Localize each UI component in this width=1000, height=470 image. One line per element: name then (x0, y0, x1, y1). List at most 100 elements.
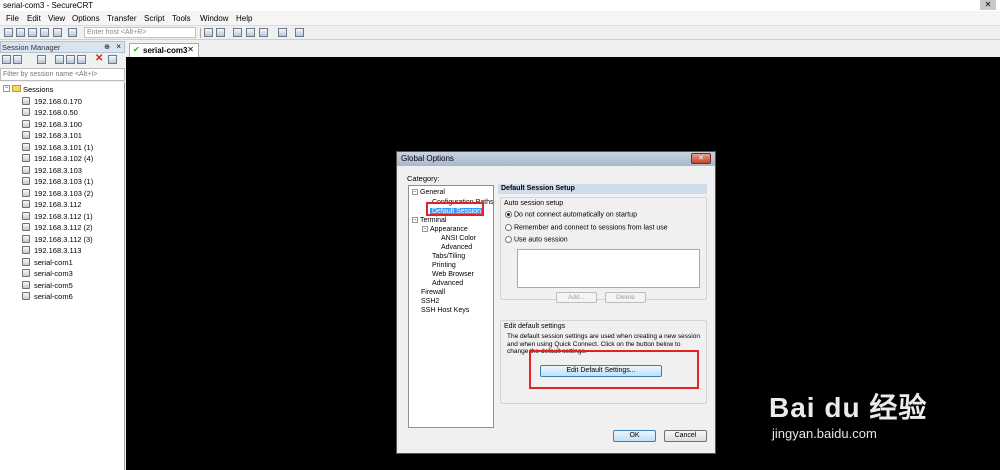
quick-connect-icon[interactable] (16, 28, 25, 37)
session-item[interactable]: serial-com5 (0, 280, 125, 291)
menu-options[interactable]: Options (72, 14, 100, 23)
session-item[interactable]: 192.168.0.170 (0, 96, 125, 107)
session-options-icon[interactable] (246, 28, 255, 37)
new-folder-icon[interactable] (37, 55, 46, 64)
session-item[interactable]: 192.168.3.103 (0, 165, 125, 176)
connect-tab-icon[interactable] (28, 28, 37, 37)
menu-file[interactable]: File (6, 14, 19, 23)
session-item[interactable]: 192.168.3.112 (3) (0, 234, 125, 245)
auto-session-list[interactable] (517, 249, 700, 288)
category-firewall[interactable]: Firewall (421, 289, 445, 296)
session-label: 192.168.3.100 (34, 119, 82, 129)
connect-in-tab-icon[interactable] (68, 28, 77, 37)
pin-icon[interactable]: ⊕ (104, 43, 110, 51)
ok-button[interactable]: OK (613, 430, 656, 442)
session-item[interactable]: 192.168.3.112 (1) (0, 211, 125, 222)
copy-session-icon[interactable] (66, 55, 75, 64)
radio-icon[interactable] (505, 224, 512, 231)
session-item[interactable]: serial-com1 (0, 257, 125, 268)
session-icon (22, 119, 30, 128)
session-tabs: ✔ serial-com3 ✕ (126, 41, 1000, 57)
menu-view[interactable]: View (48, 14, 65, 23)
category-printing[interactable]: Printing (432, 262, 456, 269)
tab-close-icon[interactable]: ✕ (187, 45, 194, 54)
session-item[interactable]: serial-com6 (0, 291, 125, 302)
connect-tab-session-icon[interactable] (13, 55, 22, 64)
session-item[interactable]: 192.168.3.113 (0, 245, 125, 256)
menu-tools[interactable]: Tools (172, 14, 191, 23)
cut-icon[interactable] (55, 55, 64, 64)
disconnect-icon[interactable] (53, 28, 62, 37)
category-label-text: Web Browser (432, 271, 474, 278)
menu-window[interactable]: Window (200, 14, 228, 23)
close-icon[interactable]: × (116, 42, 121, 51)
session-item[interactable]: 192.168.3.103 (2) (0, 188, 125, 199)
delete-button[interactable]: Delete (605, 292, 646, 303)
tab-label: serial-com3 (143, 46, 188, 55)
category-terminal[interactable]: − Terminal (412, 217, 446, 224)
radio-label: Do not connect automatically on startup (514, 211, 637, 219)
session-item[interactable]: 192.168.0.50 (0, 107, 125, 118)
radio-use-auto-session[interactable]: Use auto session (505, 236, 568, 243)
session-label: serial-com6 (34, 292, 73, 301)
sessions-root[interactable]: − Sessions (0, 84, 125, 95)
category-web-browser[interactable]: Web Browser (432, 271, 474, 278)
paste-icon[interactable] (216, 28, 225, 37)
radio-selected-icon[interactable] (505, 211, 512, 218)
tab-serial-com3[interactable]: ✔ serial-com3 ✕ (129, 43, 199, 57)
menu-edit[interactable]: Edit (27, 14, 41, 23)
connect-icon[interactable] (4, 28, 13, 37)
group-title: Auto session setup (504, 200, 564, 207)
main-toolbar: Enter host <Alt+R> (0, 26, 1000, 40)
delete-icon[interactable]: ✕ (95, 53, 103, 64)
session-item[interactable]: 192.168.3.100 (0, 119, 125, 130)
session-item[interactable]: 192.168.3.103 (1) (0, 176, 125, 187)
session-item[interactable]: 192.168.3.102 (4) (0, 153, 125, 164)
radio-remember-sessions[interactable]: Remember and connect to sessions from la… (505, 224, 668, 231)
menu-help[interactable]: Help (236, 14, 252, 23)
collapse-icon[interactable]: − (412, 217, 418, 224)
category-label-text: Terminal (420, 217, 447, 224)
reconnect-icon[interactable] (40, 28, 49, 37)
connect-session-icon[interactable] (2, 55, 11, 64)
session-icon (22, 200, 30, 208)
category-tabs-tiling[interactable]: Tabs/Tiling (432, 253, 465, 260)
session-item[interactable]: serial-com3 (0, 268, 125, 279)
category-label-text: Appearance (430, 226, 468, 233)
properties-icon[interactable] (108, 55, 117, 64)
radio-icon[interactable] (505, 236, 512, 243)
paste-session-icon[interactable] (77, 55, 86, 64)
dialog-close-button[interactable]: ✕ (691, 153, 711, 164)
category-appearance[interactable]: − Appearance (422, 226, 468, 233)
window-close-button[interactable]: ✕ (980, 0, 996, 10)
session-item[interactable]: 192.168.3.112 (2) (0, 222, 125, 233)
collapse-icon[interactable]: − (3, 85, 10, 92)
menu-script[interactable]: Script (144, 14, 164, 23)
key-icon[interactable] (259, 28, 268, 37)
category-ssh-host-keys[interactable]: SSH Host Keys (421, 307, 469, 314)
category-terminal-advanced[interactable]: Advanced (432, 280, 463, 287)
session-item[interactable]: 192.168.3.101 (1) (0, 142, 125, 153)
category-appearance-advanced[interactable]: Advanced (441, 244, 472, 251)
help-icon[interactable] (278, 28, 287, 37)
category-general[interactable]: − General (412, 189, 445, 196)
category-ansi-color[interactable]: ANSI Color (441, 235, 476, 242)
session-icon (22, 234, 30, 243)
screen-icon[interactable] (295, 28, 304, 37)
collapse-icon[interactable]: − (422, 226, 428, 233)
session-icon (22, 211, 30, 220)
session-icon (22, 257, 30, 266)
watermark-brand: Bai du 经验 (769, 392, 928, 423)
session-filter-input[interactable]: Filter by session name <Alt+I> (0, 68, 125, 81)
copy-icon[interactable] (204, 28, 213, 37)
menu-transfer[interactable]: Transfer (107, 14, 137, 23)
print-icon[interactable] (233, 28, 242, 37)
session-item[interactable]: 192.168.3.101 (0, 130, 125, 141)
session-item[interactable]: 192.168.3.112 (0, 199, 125, 210)
host-input[interactable]: Enter host <Alt+R> (84, 27, 196, 38)
cancel-button[interactable]: Cancel (664, 430, 707, 442)
add-button[interactable]: Add... (556, 292, 597, 303)
collapse-icon[interactable]: − (412, 189, 418, 196)
category-ssh2[interactable]: SSH2 (421, 298, 439, 305)
radio-no-auto-connect[interactable]: Do not connect automatically on startup (505, 211, 637, 218)
